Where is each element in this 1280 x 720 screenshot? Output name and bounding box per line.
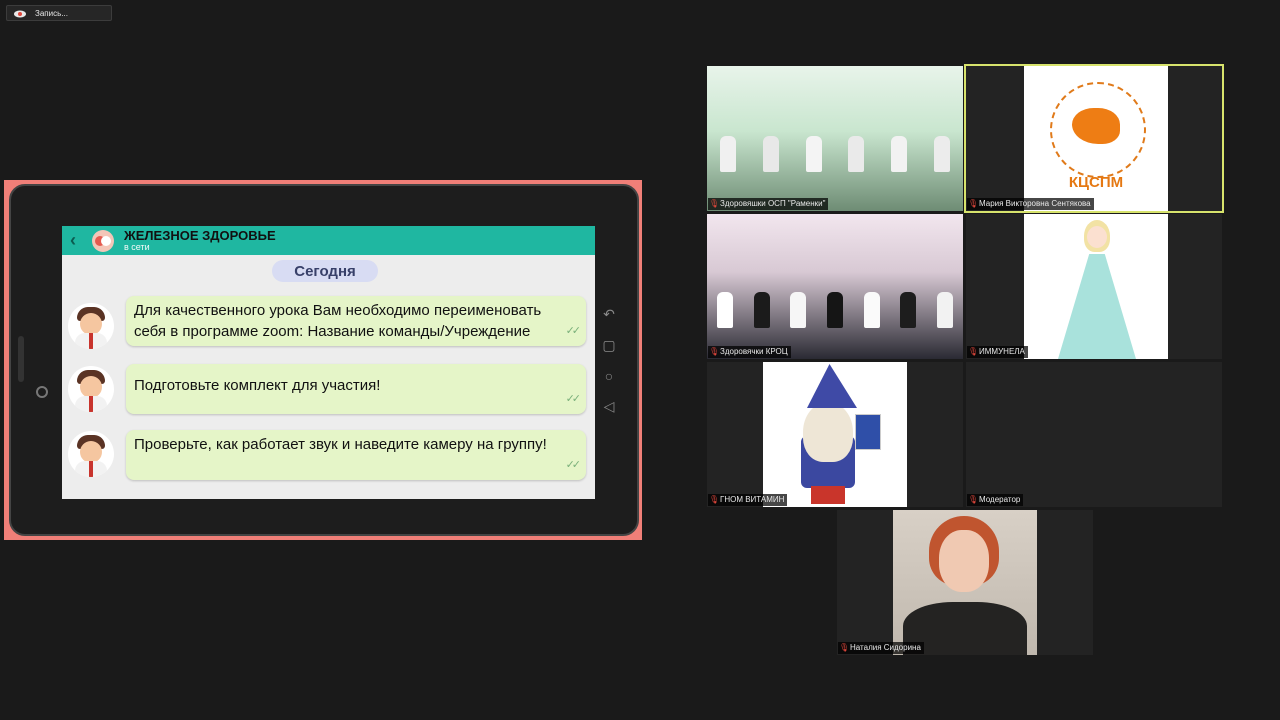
circle-icon: ○	[604, 368, 614, 384]
participant-video	[893, 510, 1037, 655]
recording-indicator[interactable]: Запись...	[6, 5, 112, 21]
avatar	[68, 366, 114, 412]
avatar	[68, 303, 114, 349]
tablet-frame: ↶ ▢ ○ ◁ ‹ ЖЕЛЕЗНОЕ ЗДОРОВЬЕ в сети Сегод…	[9, 184, 639, 536]
message-bubble: Проверьте, как работает звук и наведите …	[126, 430, 586, 480]
mic-muted-icon: 🎙	[968, 347, 979, 356]
chat-title: ЖЕЛЕЗНОЕ ЗДОРОВЬЕ	[124, 228, 276, 243]
participant-name: ИММУНЕЛА	[979, 347, 1025, 356]
video-tile[interactable]: 🎙 ИММУНЕЛА	[966, 214, 1222, 359]
participant-name-label: 🎙 Здоровяшки ОСП "Раменки"	[708, 198, 829, 210]
square-icon: ▢	[602, 337, 616, 353]
chat-header: ‹ ЖЕЛЕЗНОЕ ЗДОРОВЬЕ в сети	[62, 226, 595, 255]
participant-name: Здоровячки КРОЦ	[720, 347, 788, 356]
shared-screen: ↶ ▢ ○ ◁ ‹ ЖЕЛЕЗНОЕ ЗДОРОВЬЕ в сети Сегод…	[4, 180, 642, 540]
participant-name: Здоровяшки ОСП "Раменки"	[720, 199, 826, 208]
tablet-nav-buttons: ↶ ▢ ○ ◁	[597, 306, 621, 415]
message-bubble: Подготовьте комплект для участия! ✓✓	[126, 364, 586, 414]
recording-label: Запись...	[35, 8, 68, 18]
triangle-icon: ◁	[603, 398, 615, 414]
participant-name-label: 🎙 Здоровячки КРОЦ	[708, 346, 791, 358]
back-arrow-icon: ↶	[603, 306, 615, 322]
chevron-left-icon[interactable]: ‹	[70, 230, 82, 251]
participant-name: Мария Викторовна Сентякова	[979, 199, 1091, 208]
date-pill: Сегодня	[272, 260, 378, 282]
mic-muted-icon: 🎙	[968, 495, 979, 504]
double-check-icon: ✓✓	[565, 393, 582, 405]
video-tile[interactable]: 🎙 Наталия Сидорина	[837, 510, 1093, 655]
participant-name-label: 🎙 Наталия Сидорина	[838, 642, 924, 654]
double-check-icon: ✓✓	[565, 459, 582, 471]
chat-status: в сети	[124, 242, 150, 252]
mic-muted-icon: 🎙	[709, 199, 720, 208]
mic-muted-icon: 🎙	[709, 495, 720, 504]
gnome-avatar	[763, 362, 907, 507]
chat-window: ‹ ЖЕЛЕЗНОЕ ЗДОРОВЬЕ в сети Сегодня Для к…	[62, 226, 595, 499]
mic-muted-icon: 🎙	[709, 347, 720, 356]
message-text: Подготовьте комплект для участия!	[134, 377, 381, 394]
video-tile[interactable]: 🎙 Модератор	[966, 362, 1222, 507]
mic-muted-icon: 🎙	[968, 199, 979, 208]
tablet-side-button	[18, 336, 24, 382]
video-tile[interactable]: 🎙 ГНОМ ВИТАМИН	[707, 362, 963, 507]
avatar	[68, 431, 114, 477]
participant-name-label: 🎙 ГНОМ ВИТАМИН	[708, 494, 788, 506]
participant-name-label: 🎙 Мария Викторовна Сентякова	[967, 198, 1094, 210]
video-tile[interactable]: 🎙 Здоровячки КРОЦ	[707, 214, 963, 359]
kcspm-logo: КЦСПМ	[1024, 66, 1168, 211]
video-tile-active-speaker[interactable]: КЦСПМ 🎙 Мария Викторовна Сентякова	[964, 64, 1224, 213]
participant-video	[707, 66, 963, 211]
tablet-camera	[36, 386, 48, 398]
message-text: Проверьте, как работает звук и наведите …	[134, 436, 547, 453]
mic-muted-icon: 🎙	[839, 643, 850, 652]
double-check-icon: ✓✓	[565, 325, 582, 337]
participant-name: Модератор	[979, 495, 1021, 504]
logo-text: КЦСПМ	[1068, 174, 1124, 191]
bird-icon	[1072, 108, 1120, 144]
message-text: Для качественного урока Вам необходимо п…	[134, 302, 542, 340]
video-tile[interactable]: 🎙 Здоровяшки ОСП "Раменки"	[707, 66, 963, 211]
cloud-record-icon	[14, 10, 26, 18]
participant-video	[707, 214, 963, 359]
participant-name: ГНОМ ВИТАМИН	[720, 495, 785, 504]
participant-name-label: 🎙 Модератор	[967, 494, 1024, 506]
elsa-avatar	[1024, 214, 1168, 359]
participant-name: Наталия Сидорина	[850, 643, 921, 652]
chat-avatar	[92, 229, 114, 252]
participant-name-label: 🎙 ИММУНЕЛА	[967, 346, 1028, 358]
message-bubble: Для качественного урока Вам необходимо п…	[126, 296, 586, 346]
